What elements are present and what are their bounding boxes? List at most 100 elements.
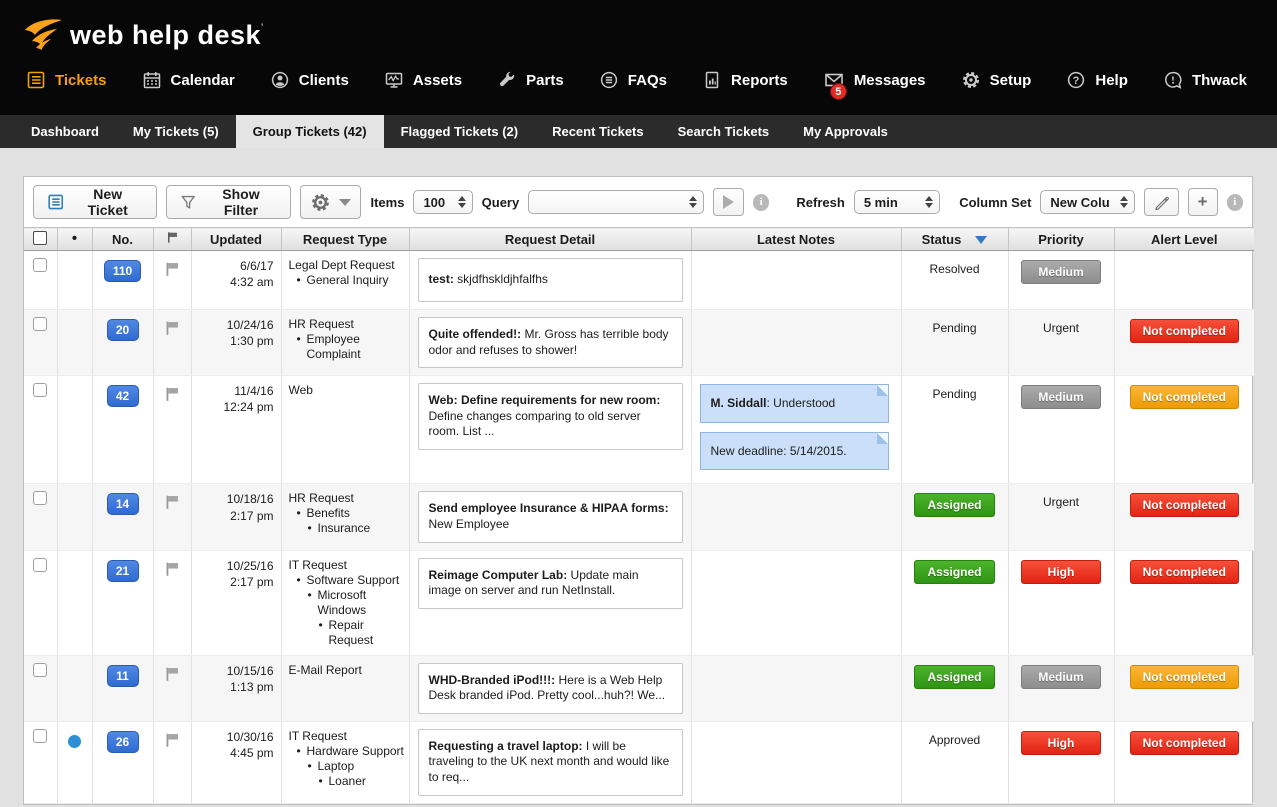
- status-text: Urgent: [1043, 321, 1079, 335]
- row-checkbox[interactable]: [33, 317, 47, 331]
- show-filter-button[interactable]: Show Filter: [166, 185, 292, 219]
- nav-item-thwack[interactable]: Thwack: [1163, 70, 1247, 90]
- select-all-checkbox[interactable]: [33, 231, 47, 245]
- status-cell: Resolved: [901, 251, 1008, 310]
- nav-item-reports[interactable]: Reports: [702, 70, 788, 90]
- priority-column-header[interactable]: Priority: [1008, 228, 1114, 251]
- type-bullet: •: [297, 744, 301, 759]
- edit-column-set-button[interactable]: [1144, 188, 1179, 216]
- flag-icon[interactable]: [164, 386, 180, 402]
- status-cell: Pending: [901, 310, 1008, 376]
- request-detail-box[interactable]: Send employee Insurance & HIPAA forms: N…: [418, 491, 683, 542]
- items-label: Items: [370, 195, 404, 210]
- request-type-column-header[interactable]: Request Type: [281, 228, 409, 251]
- tickets-panel: New Ticket Show Filter Items 100 Query: [23, 176, 1253, 805]
- nav-item-help[interactable]: ? Help: [1066, 70, 1128, 90]
- request-detail-box[interactable]: Quite offended!: Mr. Gross has terrible …: [418, 317, 683, 368]
- reports-icon: [702, 70, 722, 90]
- table-row: 11 10/15/161:13 pm E-Mail Report WHD-Bra…: [24, 655, 1254, 721]
- column-set-label: Column Set: [959, 195, 1031, 210]
- priority-cell: Urgent: [1008, 484, 1114, 550]
- tab-recent-tickets[interactable]: Recent Tickets: [535, 115, 661, 148]
- refresh-label: Refresh: [796, 195, 844, 210]
- run-query-button[interactable]: [713, 188, 744, 216]
- ticket-number-badge[interactable]: 110: [104, 260, 141, 282]
- tab-group-tickets[interactable]: Group Tickets (42): [236, 115, 384, 148]
- row-checkbox[interactable]: [33, 491, 47, 505]
- status-text: Approved: [929, 733, 980, 747]
- request-detail-box[interactable]: Requesting a travel laptop: I will be tr…: [418, 729, 683, 796]
- priority-cell: Medium: [1008, 251, 1114, 310]
- nav-item-messages[interactable]: 5 Messages: [823, 70, 926, 90]
- items-select[interactable]: 100: [413, 190, 472, 214]
- request-type-cell: IT Request•Software Support•Microsoft Wi…: [281, 550, 409, 655]
- row-checkbox[interactable]: [33, 663, 47, 677]
- type-bullet: •: [319, 774, 323, 789]
- nav-item-clients[interactable]: Clients: [270, 70, 349, 90]
- request-detail-column-header[interactable]: Request Detail: [409, 228, 691, 251]
- nav-item-faqs[interactable]: FAQs: [599, 70, 667, 90]
- select-all-header[interactable]: [24, 228, 57, 251]
- query-select[interactable]: [528, 190, 704, 214]
- unread-column-header[interactable]: •: [57, 228, 92, 251]
- tab-flagged-tickets[interactable]: Flagged Tickets (2): [384, 115, 536, 148]
- request-detail-box[interactable]: Reimage Computer Lab: Update main image …: [418, 558, 683, 609]
- ticket-number-badge[interactable]: 20: [107, 319, 139, 341]
- flag-icon[interactable]: [164, 666, 180, 682]
- tickets-table: • No. Updated Request Type Request Detai…: [24, 227, 1254, 804]
- stepper-arrows-icon: [1120, 196, 1128, 208]
- ticket-number-badge[interactable]: 14: [107, 493, 139, 515]
- request-detail-box[interactable]: Web: Define requirements for new room: D…: [418, 383, 683, 450]
- flag-column-header[interactable]: [153, 228, 191, 251]
- nav-item-calendar[interactable]: Calendar: [142, 70, 235, 90]
- stepper-arrows-icon: [925, 196, 933, 208]
- flag-icon[interactable]: [164, 494, 180, 510]
- ticket-number-badge[interactable]: 26: [107, 731, 139, 753]
- play-icon: [723, 195, 734, 209]
- flag-icon[interactable]: [164, 320, 180, 336]
- request-type-cell: Legal Dept Request•General Inquiry: [281, 251, 409, 310]
- alert-level-column-header[interactable]: Alert Level: [1114, 228, 1254, 251]
- priority-cell: Medium: [1008, 655, 1114, 721]
- priority-cell: Medium: [1008, 376, 1114, 484]
- tab-search-tickets[interactable]: Search Tickets: [661, 115, 787, 148]
- query-info-icon[interactable]: i: [753, 194, 770, 211]
- ticket-number-badge[interactable]: 42: [107, 385, 139, 407]
- status-badge: Medium: [1021, 260, 1101, 284]
- table-row: 42 11/4/1612:24 pm Web Web: Define requi…: [24, 376, 1254, 484]
- updated-cell: 10/15/161:13 pm: [191, 655, 281, 721]
- refresh-select[interactable]: 5 min: [854, 190, 940, 214]
- request-detail-box[interactable]: WHD-Branded iPod!!!: Here is a Web Help …: [418, 663, 683, 714]
- status-column-header[interactable]: Status: [901, 228, 1008, 251]
- updated-column-header[interactable]: Updated: [191, 228, 281, 251]
- nav-item-setup[interactable]: Setup: [961, 70, 1032, 90]
- flag-icon[interactable]: [164, 261, 180, 277]
- nav-item-assets[interactable]: Assets: [384, 70, 462, 90]
- faqs-icon: [599, 70, 619, 90]
- type-bullet: •: [297, 332, 301, 347]
- latest-notes-column-header[interactable]: Latest Notes: [691, 228, 901, 251]
- flag-icon[interactable]: [164, 732, 180, 748]
- nav-item-parts[interactable]: Parts: [497, 70, 564, 90]
- tab-my-approvals[interactable]: My Approvals: [786, 115, 905, 148]
- request-detail-box[interactable]: test: skjdfhskldjhfalfhs: [418, 258, 683, 302]
- priority-cell: Urgent: [1008, 310, 1114, 376]
- ticket-number-badge[interactable]: 21: [107, 560, 139, 582]
- latest-note: M. Siddall: Understood: [700, 384, 889, 423]
- column-set-select[interactable]: New Colu: [1040, 190, 1134, 214]
- number-column-header[interactable]: No.: [92, 228, 153, 251]
- row-checkbox[interactable]: [33, 383, 47, 397]
- add-column-set-button[interactable]: +: [1188, 188, 1218, 216]
- flag-icon[interactable]: [164, 561, 180, 577]
- tab-dashboard[interactable]: Dashboard: [14, 115, 116, 148]
- ticket-number-badge[interactable]: 11: [107, 665, 139, 687]
- parts-icon: [497, 70, 517, 90]
- row-checkbox[interactable]: [33, 258, 47, 272]
- tab-my-tickets[interactable]: My Tickets (5): [116, 115, 236, 148]
- column-set-info-icon[interactable]: i: [1227, 194, 1244, 211]
- row-checkbox[interactable]: [33, 558, 47, 572]
- new-ticket-button[interactable]: New Ticket: [33, 185, 157, 219]
- bulk-actions-gear-button[interactable]: [300, 185, 361, 219]
- row-checkbox[interactable]: [33, 729, 47, 743]
- nav-item-tickets[interactable]: Tickets: [26, 70, 106, 90]
